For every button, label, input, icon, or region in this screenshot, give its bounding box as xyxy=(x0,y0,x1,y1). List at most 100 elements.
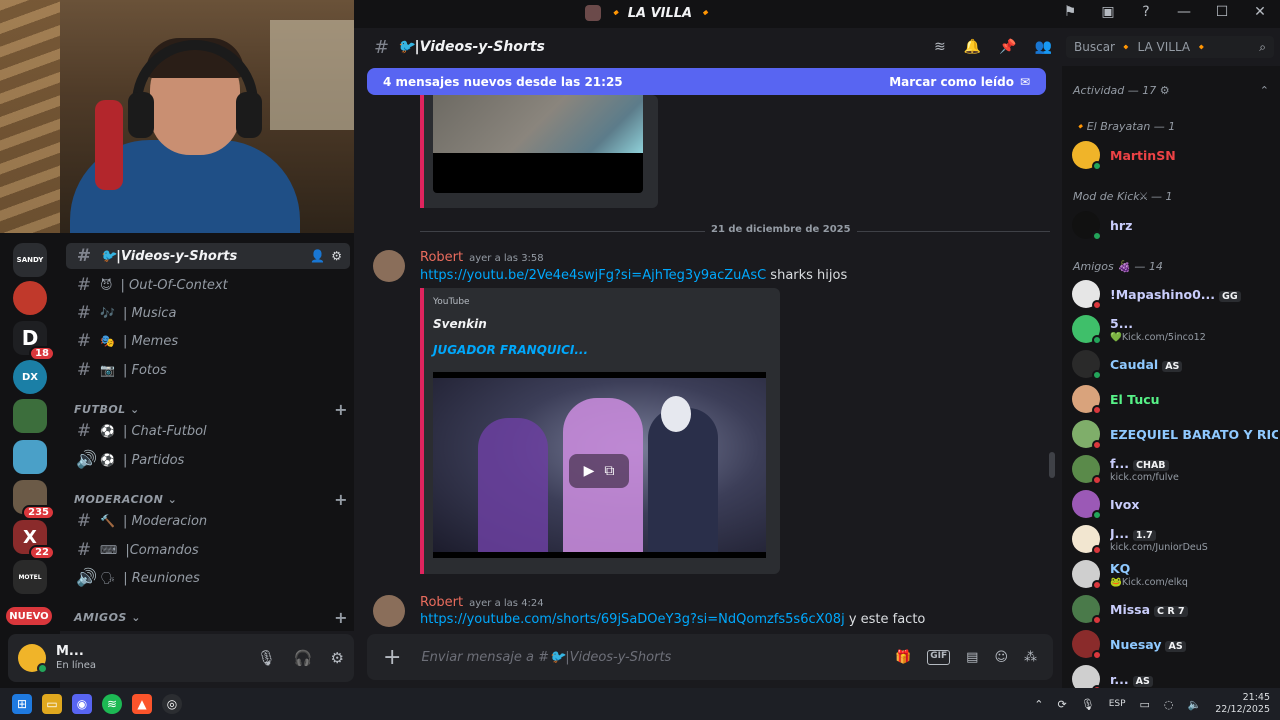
flag-icon[interactable]: ⚑ xyxy=(1060,4,1080,20)
close-icon[interactable]: ✕ xyxy=(1250,4,1270,20)
monitor-icon[interactable]: ▭ xyxy=(1140,698,1150,711)
settings-icon[interactable]: ⚙ xyxy=(331,649,344,667)
server-d[interactable]: D 18 xyxy=(13,321,55,361)
video-thumbnail[interactable]: ▶ ⧉ xyxy=(433,372,766,558)
microphone-icon[interactable]: 🎙 xyxy=(1081,698,1095,711)
server-x[interactable]: X 22 xyxy=(13,520,55,560)
add-channel-icon[interactable]: + xyxy=(334,608,348,627)
add-channel-icon[interactable]: + xyxy=(334,490,348,509)
minimize-icon[interactable]: — xyxy=(1174,4,1194,20)
settings-icon[interactable]: ⚙ xyxy=(331,249,342,263)
embed-title[interactable]: JUGADOR FRANQUICI... xyxy=(433,343,588,357)
avatar[interactable] xyxy=(373,595,405,627)
member-item[interactable]: f... CHAB kick.com/fulve xyxy=(1072,452,1278,486)
message-link[interactable]: https://youtu.be/2Ve4e4swjFg?si=AjhTeg3y… xyxy=(420,268,766,283)
message-author[interactable]: Robert ayer a las 3:58 xyxy=(420,250,544,265)
obs-icon[interactable]: ◎ xyxy=(162,694,182,714)
server-red[interactable] xyxy=(13,281,47,315)
channel-moderacion[interactable]: # 🔨 | Moderacion xyxy=(66,508,350,534)
sticker-icon[interactable]: ▤ xyxy=(966,650,978,665)
monitor-icon[interactable]: ▣ xyxy=(1098,4,1118,20)
embed-image[interactable] xyxy=(433,95,643,153)
search-input[interactable]: Buscar 🔸 LA VILLA 🔸 ⌕ xyxy=(1066,36,1274,58)
channel-fotos[interactable]: # 📷 | Fotos xyxy=(66,357,350,383)
server-brown[interactable]: 235 xyxy=(13,480,55,520)
member-item[interactable]: 5... 💚Kick.com/5inco12 xyxy=(1072,312,1278,346)
message-input[interactable]: Enviar mensaje a #🐦|Videos-y-Shorts xyxy=(421,650,671,665)
server-gta[interactable] xyxy=(13,399,47,433)
date-divider-text: 21 de diciembre de 2025 xyxy=(705,224,857,235)
brave-icon[interactable]: ▲ xyxy=(132,694,152,714)
bell-icon[interactable]: 🔔 xyxy=(964,39,981,55)
user-info[interactable]: M... En línea xyxy=(56,644,96,673)
gif-icon[interactable]: GIF xyxy=(927,649,951,665)
chevron-up-icon[interactable]: ⌃ xyxy=(1034,698,1043,711)
message-author[interactable]: Robert ayer a las 4:24 xyxy=(420,595,544,610)
chevron-up-icon[interactable]: ⌃ xyxy=(1260,84,1269,97)
message-composer[interactable]: + Enviar mensaje a #🐦|Videos-y-Shorts 🎁 … xyxy=(367,634,1053,680)
activity-header[interactable]: Actividad — 17 ⚙ ⌃ xyxy=(1073,84,1269,97)
embed-author[interactable]: Svenkin xyxy=(433,317,487,331)
language-indicator[interactable]: ESP xyxy=(1109,699,1126,709)
channel-out-of-context[interactable]: # 😈 | Out-Of-Context xyxy=(66,272,350,298)
message-link[interactable]: https://youtube.com/shorts/69jSaDOeY3g?s… xyxy=(420,612,845,627)
gear-icon[interactable]: ⚙ xyxy=(1160,84,1170,97)
new-badge[interactable]: NUEVO xyxy=(6,607,52,625)
channel-memes[interactable]: # 🎭 | Memes xyxy=(66,328,350,354)
scrollbar[interactable] xyxy=(1049,452,1055,478)
spotify-icon[interactable]: ≋ xyxy=(102,694,122,714)
member-item[interactable]: MartinSN xyxy=(1072,138,1278,172)
category-futbol[interactable]: FUTBOL ⌄ + xyxy=(74,400,348,419)
member-item[interactable]: hrz xyxy=(1072,208,1278,242)
channel-comandos[interactable]: # ⌨ |Comandos xyxy=(66,537,350,563)
embed-provider[interactable]: YouTube xyxy=(433,297,470,307)
apps-icon[interactable]: ⁂ xyxy=(1024,650,1037,665)
network-icon[interactable]: ◌ xyxy=(1164,698,1174,711)
maximize-icon[interactable]: ☐ xyxy=(1212,4,1232,20)
pin-icon[interactable]: 📌 xyxy=(999,39,1016,55)
server-motel[interactable]: MOTEL xyxy=(13,560,47,594)
server-dx[interactable]: DX xyxy=(13,360,47,394)
help-icon[interactable]: ? xyxy=(1136,4,1156,20)
avatar[interactable] xyxy=(18,644,48,674)
member-item[interactable]: Nuesay AS xyxy=(1072,627,1278,661)
discord-icon[interactable]: ◉ xyxy=(72,694,92,714)
new-messages-bar[interactable]: 4 mensajes nuevos desde las 21:25 Marcar… xyxy=(367,68,1046,95)
mark-as-read-button[interactable]: Marcar como leído ✉ xyxy=(889,75,1030,89)
microphone-icon[interactable]: 🎙 xyxy=(257,649,276,667)
member-item[interactable]: Missa C R 7 xyxy=(1072,592,1278,626)
windows-icon[interactable]: ⊞ xyxy=(12,694,32,714)
member-name-line: Ivox xyxy=(1110,495,1139,513)
volume-icon[interactable]: 🔈 xyxy=(1188,698,1202,711)
emoji-icon[interactable]: ☺ xyxy=(994,650,1008,665)
add-channel-icon[interactable]: + xyxy=(334,400,348,419)
channel-musica[interactable]: # 🎶 | Musica xyxy=(66,300,350,326)
members-icon[interactable]: 👥 xyxy=(1035,39,1052,55)
member-item[interactable]: KQ 🐸Kick.com/elkq xyxy=(1072,557,1278,591)
server-blue[interactable] xyxy=(13,440,47,474)
channel-chat-futbol[interactable]: # ⚽ | Chat-Futbol xyxy=(66,418,350,444)
member-item[interactable]: r... AS xyxy=(1072,662,1278,688)
clock[interactable]: 21:45 22/12/2025 xyxy=(1215,692,1270,716)
server-sandy[interactable]: SANDY xyxy=(13,243,47,277)
member-item[interactable]: J... 1.7 kick.com/JuniorDeuS xyxy=(1072,522,1278,556)
category-moderacion[interactable]: MODERACION ⌄ + xyxy=(74,490,348,509)
member-item[interactable]: !Mapashino0... GG xyxy=(1072,277,1278,311)
gift-icon[interactable]: 🎁 xyxy=(895,650,911,665)
attach-icon[interactable]: + xyxy=(383,645,401,670)
headphones-icon[interactable]: 🎧 xyxy=(294,649,313,667)
invite-icon[interactable]: 👤 xyxy=(310,249,325,263)
channel-videos-y-shorts[interactable]: # 🐦|Videos-y-Shorts 👤 ⚙ xyxy=(66,243,350,269)
threads-icon[interactable]: ≋ xyxy=(934,39,946,55)
category-amigos[interactable]: AMIGOS ⌄ + xyxy=(74,608,348,627)
member-item[interactable]: El Tucu xyxy=(1072,382,1278,416)
channel-partidos[interactable]: 🔊 ⚽ | Partidos xyxy=(66,447,350,473)
sync-icon[interactable]: ⟳ xyxy=(1058,698,1067,711)
explorer-icon[interactable]: ▭ xyxy=(42,694,62,714)
avatar[interactable] xyxy=(373,250,405,282)
channel-reuniones[interactable]: 🔊 🗣 | Reuniones xyxy=(66,565,350,591)
member-item[interactable]: Ivox xyxy=(1072,487,1278,521)
play-button[interactable]: ▶ ⧉ xyxy=(569,454,629,488)
member-item[interactable]: EZEQUIEL BARATO Y RICO xyxy=(1072,417,1278,451)
member-item[interactable]: Caudal AS xyxy=(1072,347,1278,381)
